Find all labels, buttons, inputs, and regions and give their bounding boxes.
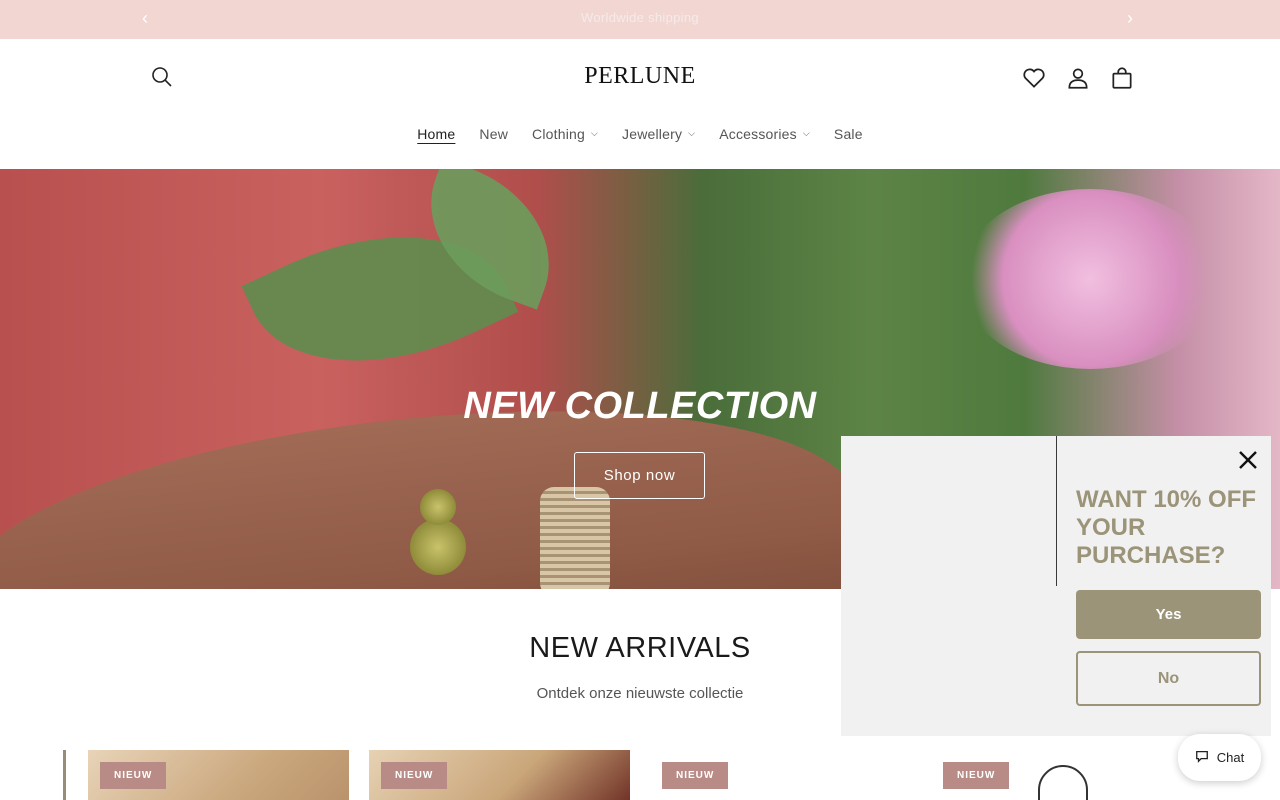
product-card[interactable]: NIEUW [88,750,349,800]
yes-button[interactable]: Yes [1076,590,1261,639]
nav-item-jewellery[interactable]: Jewellery ⌵ [622,126,695,142]
announcement-bar: ‹ Worldwide shipping › [0,0,1280,39]
nav-item-sale[interactable]: Sale [834,126,863,142]
product-card[interactable]: NIEUW [931,750,1192,800]
shop-now-button[interactable]: Shop now [574,452,705,499]
nav-label: Sale [833,126,863,142]
popup-headline: WANT 10% OFF YOUR PURCHASE? [1076,486,1257,569]
nav-label: Clothing [532,126,585,142]
hero-title: NEW COLLECTION [463,385,817,427]
new-badge: NIEUW [100,762,167,789]
chevron-right-icon[interactable]: › [1127,8,1133,28]
user-icon[interactable] [1065,65,1091,91]
nav-item-clothing[interactable]: Clothing ⌵ [532,126,598,142]
heart-icon[interactable] [1021,65,1047,91]
no-button[interactable]: No [1076,651,1261,706]
popup-divider [1056,436,1057,586]
hero-image-charm [420,489,456,525]
close-icon[interactable] [1236,448,1260,472]
product-card[interactable]: NIEUW [650,750,911,800]
handbag-image [1038,765,1088,800]
nav-label: Home [417,126,456,142]
product-card[interactable]: NIEUW [369,750,630,800]
nav-item-new[interactable]: New [479,126,508,142]
new-badge: NIEUW [662,762,729,789]
main-nav: Home New Clothing ⌵ Jewellery ⌵ Accessor… [0,126,1280,142]
bag-icon[interactable] [1109,65,1135,91]
site-header: PERLUNE Home New Clothing ⌵ Jewellery ⌵ [0,39,1280,169]
new-badge: NIEUW [381,762,448,789]
chat-bubble-icon [1195,749,1209,766]
announcement-text: Worldwide shipping [581,10,699,25]
chat-label: Chat [1216,750,1245,765]
chevron-down-icon: ⌵ [590,127,599,138]
hero-image-flower [960,189,1220,369]
nav-item-home[interactable]: Home [417,126,455,142]
nav-label: New [479,126,509,142]
chat-button[interactable]: Chat [1178,734,1261,781]
chevron-down-icon: ⌵ [802,127,810,138]
nav-label: Jewellery [622,126,683,142]
nav-label: Accessories [719,126,797,142]
chevron-down-icon: ⌵ [688,127,696,138]
nav-item-accessories[interactable]: Accessories ⌵ [719,126,810,142]
hero-image-bracelet [540,487,610,589]
hero-image-charm [410,519,466,575]
discount-popup: WANT 10% OFF YOUR PURCHASE? Yes No [841,436,1271,736]
product-card-edge [63,750,66,800]
